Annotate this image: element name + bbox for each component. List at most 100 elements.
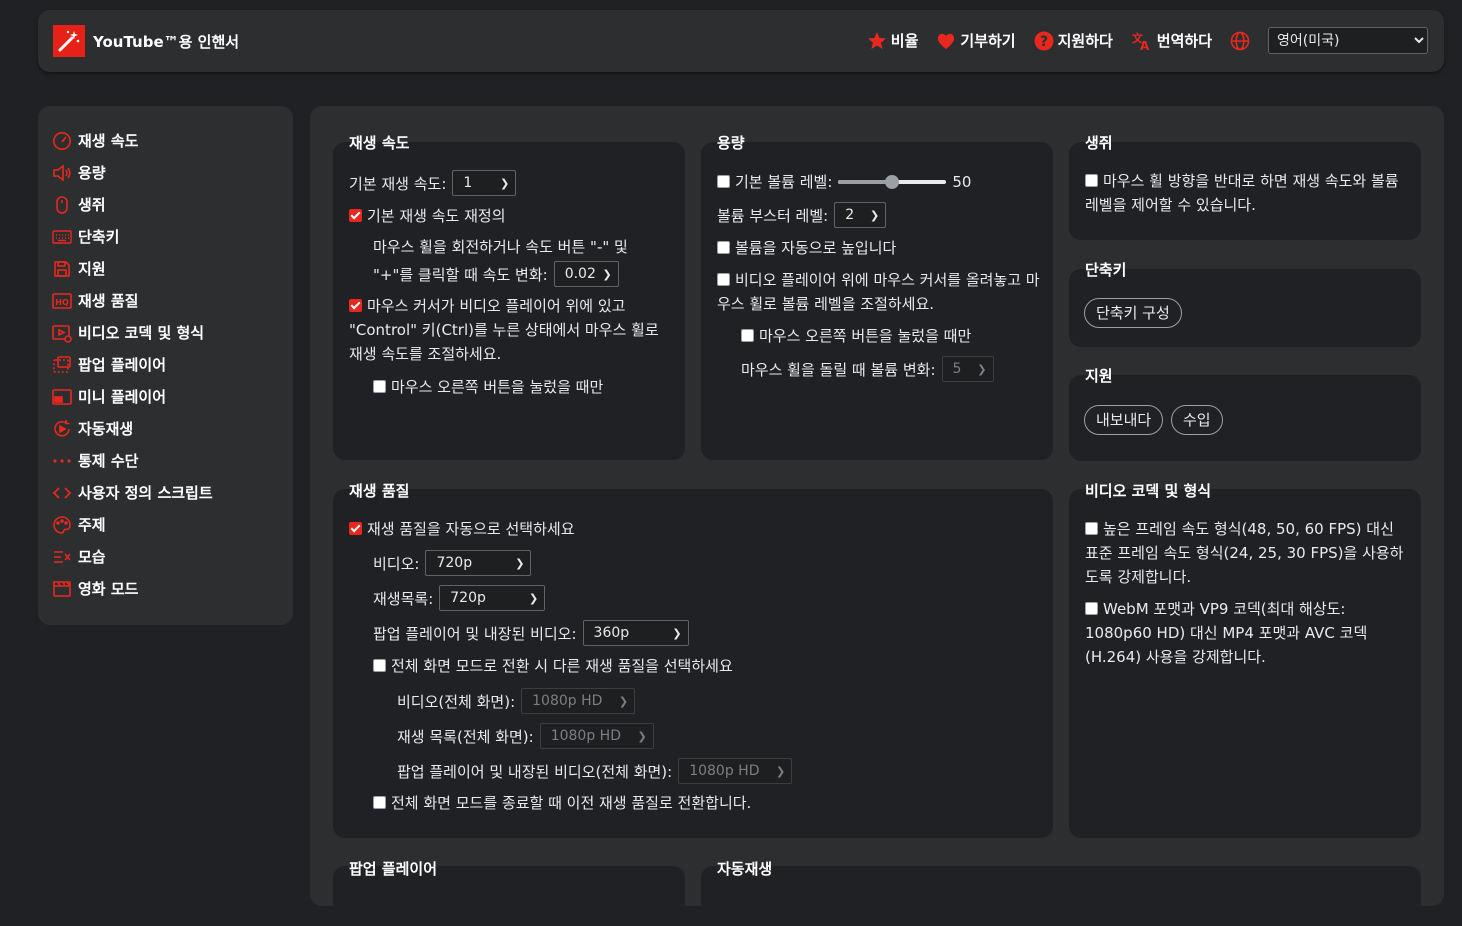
speed-step-row: "+"를 클릭할 때 속도 변화: 0.02 ❯: [373, 261, 619, 287]
configure-shortcuts-button[interactable]: 단축키 구성: [1084, 298, 1182, 328]
sidebar-item-shortcuts[interactable]: 단축키: [52, 226, 119, 247]
reverse-wheel-option[interactable]: 마우스 휠 방향을 반대로 하면 재생 속도와 볼륨 레벨을 제어할 수 있습니…: [1085, 169, 1410, 217]
default-volume-slider[interactable]: [838, 174, 947, 190]
override-speed-checkbox[interactable]: [349, 209, 362, 222]
ctrl-wheel-label: 마우스 커서가 비디오 플레이어 위에 있고 "Control" 키(Ctrl)…: [349, 297, 659, 363]
floppy-disk-icon: [52, 259, 72, 279]
mouse-title: 생쥐: [1085, 134, 1113, 152]
popup-quality-value: 360p: [593, 625, 630, 641]
speed-right-button-checkbox[interactable]: [373, 380, 386, 393]
auto-raise-volume-checkbox[interactable]: [717, 241, 730, 254]
sidebar: 재생 속도 용량 생쥐 단축키 지원 HQ 재생 품질 비디오 코덱 및 형식 …: [38, 106, 293, 625]
sidebar-item-appearance[interactable]: 모습: [52, 546, 106, 567]
sidebar-item-label: 생쥐: [78, 196, 106, 214]
auto-raise-volume-label: 볼륨을 자동으로 높입니다: [735, 239, 897, 257]
sidebar-item-label: 사용자 정의 스크립트: [78, 484, 213, 502]
appearance-icon: [52, 547, 72, 567]
sidebar-item-label: 미니 플레이어: [78, 388, 167, 406]
export-button[interactable]: 내보내다: [1084, 405, 1164, 435]
sidebar-item-theme[interactable]: 주제: [52, 514, 106, 535]
override-speed-label: 기본 재생 속도 재정의: [367, 207, 506, 225]
wheel-volume-label: 비디오 플레이어 위에 마우스 커서를 올려놓고 마우스 휠로 볼륨 레벨을 조…: [717, 271, 1040, 313]
video-quality-select[interactable]: 720p ❯: [425, 550, 532, 576]
keyboard-icon: [52, 227, 72, 247]
volume-booster-select[interactable]: 2 ❯: [834, 202, 887, 228]
exit-fullscreen-checkbox[interactable]: [373, 796, 386, 809]
playlist-quality-value: 720p: [450, 590, 486, 606]
wheel-volume-option[interactable]: 비디오 플레이어 위에 마우스 커서를 올려놓고 마우스 휠로 볼륨 레벨을 조…: [717, 268, 1042, 316]
default-volume-value: 50: [952, 172, 972, 191]
fullscreen-quality-checkbox[interactable]: [373, 659, 386, 672]
svg-text:A: A: [1140, 39, 1150, 51]
mini-player-icon: [52, 387, 72, 407]
default-volume-label: 기본 볼륨 레벨:: [735, 173, 833, 191]
fs-popup-quality-select[interactable]: 1080p HD ❯: [678, 758, 793, 784]
sidebar-item-autoplay[interactable]: 자동재생: [52, 418, 133, 439]
ctrl-wheel-checkbox[interactable]: [349, 299, 362, 312]
sidebar-item-controls[interactable]: 통제 수단: [52, 450, 138, 471]
reverse-wheel-label: 마우스 휠 방향을 반대로 하면 재생 속도와 볼륨 레벨을 제어할 수 있습니…: [1085, 172, 1399, 214]
volume-right-button-checkbox[interactable]: [741, 329, 754, 342]
sidebar-item-mouse[interactable]: 생쥐: [52, 194, 106, 215]
webm-option[interactable]: WebM 포맷과 VP9 코덱(최대 해상도: 1080p60 HD) 대신 M…: [1085, 597, 1410, 669]
framerate-checkbox[interactable]: [1085, 522, 1098, 535]
default-speed-value: 1: [463, 175, 473, 191]
auto-quality-checkbox[interactable]: [349, 522, 362, 535]
fullscreen-quality-row[interactable]: 전체 화면 모드로 전환 시 다른 재생 품질을 선택하세요: [373, 655, 733, 676]
sidebar-item-cinema-mode[interactable]: 영화 모드: [52, 578, 138, 599]
fs-playlist-quality-row: 재생 목록(전체 화면): 1080p HD ❯: [397, 723, 654, 749]
support-label: 지원하다: [1057, 32, 1113, 50]
rate-link[interactable]: 비율: [867, 30, 918, 51]
volume-step-select[interactable]: 5 ❯: [941, 356, 994, 382]
donate-link[interactable]: 기부하기: [936, 30, 1016, 51]
code-icon: [52, 483, 72, 503]
popup-quality-select[interactable]: 360p ❯: [582, 620, 689, 646]
svg-text:HQ: HQ: [55, 298, 69, 307]
override-speed-row[interactable]: 기본 재생 속도 재정의: [349, 205, 506, 226]
volume-booster-row: 볼륨 부스터 레벨: 2 ❯: [717, 202, 887, 228]
fs-video-quality-row: 비디오(전체 화면): 1080p HD ❯: [397, 688, 636, 714]
video-quality-value: 720p: [436, 555, 473, 571]
auto-raise-volume-row[interactable]: 볼륨을 자동으로 높입니다: [717, 237, 896, 258]
chevron-down-icon: ❯: [500, 176, 510, 190]
sidebar-item-label: 주제: [78, 516, 106, 534]
palette-icon: [52, 515, 72, 535]
volume-right-button-label: 마우스 오른쪽 버튼을 눌렀을 때만: [759, 327, 972, 345]
auto-quality-row[interactable]: 재생 품질을 자동으로 선택하세요: [349, 518, 575, 539]
exit-fullscreen-label: 전체 화면 모드를 종료할 때 이전 재생 품질로 전환합니다.: [391, 794, 752, 812]
framerate-option[interactable]: 높은 프레임 속도 형식(48, 50, 60 FPS) 대신 표준 프레임 속…: [1085, 517, 1410, 589]
sidebar-item-playback-quality[interactable]: HQ 재생 품질: [52, 290, 138, 311]
sidebar-item-label: 재생 속도: [78, 132, 139, 150]
default-speed-select[interactable]: 1 ❯: [452, 170, 517, 196]
reverse-wheel-checkbox[interactable]: [1085, 174, 1098, 187]
sidebar-item-support[interactable]: 지원: [52, 258, 106, 279]
popup-player-icon: [52, 355, 72, 375]
sidebar-item-video-codec[interactable]: 비디오 코덱 및 형식: [52, 322, 204, 343]
sidebar-item-playback-speed[interactable]: 재생 속도: [52, 130, 138, 151]
language-select[interactable]: 영어(미국): [1268, 27, 1428, 54]
sidebar-item-custom-script[interactable]: 사용자 정의 스크립트: [52, 482, 213, 503]
speed-step-select[interactable]: 0.02 ❯: [553, 261, 619, 287]
support-link[interactable]: ? 지원하다: [1034, 30, 1113, 51]
sidebar-item-popup-player[interactable]: 팝업 플레이어: [52, 354, 166, 375]
star-icon: [867, 31, 887, 51]
ctrl-wheel-option[interactable]: 마우스 커서가 비디오 플레이어 위에 있고 "Control" 키(Ctrl)…: [349, 294, 674, 366]
fs-playlist-quality-select[interactable]: 1080p HD ❯: [539, 723, 654, 749]
sidebar-item-volume[interactable]: 용량: [52, 162, 106, 183]
wheel-volume-checkbox[interactable]: [717, 273, 730, 286]
translate-link[interactable]: 文A 번역하다: [1131, 30, 1212, 51]
speed-right-button-row[interactable]: 마우스 오른쪽 버튼을 눌렀을 때만: [373, 376, 603, 397]
slider-thumb[interactable]: [885, 174, 900, 189]
speed-step-text2: "+"를 클릭할 때 속도 변화:: [373, 265, 548, 284]
default-volume-checkbox[interactable]: [717, 175, 730, 188]
fs-playlist-quality-label: 재생 목록(전체 화면):: [397, 727, 534, 746]
fs-video-quality-select[interactable]: 1080p HD ❯: [521, 688, 636, 714]
default-speed-row: 기본 재생 속도: 1 ❯: [349, 170, 517, 196]
webm-checkbox[interactable]: [1085, 602, 1098, 615]
sidebar-item-mini-player[interactable]: 미니 플레이어: [52, 386, 166, 407]
import-button[interactable]: 수입: [1171, 405, 1223, 435]
exit-fullscreen-row[interactable]: 전체 화면 모드를 종료할 때 이전 재생 품질로 전환합니다.: [373, 792, 751, 813]
playlist-quality-select[interactable]: 720p ❯: [439, 585, 546, 611]
volume-right-button-row[interactable]: 마우스 오른쪽 버튼을 눌렀을 때만: [741, 325, 971, 346]
popup-quality-row: 팝업 플레이어 및 내장된 비디오: 360p ❯: [373, 620, 689, 646]
